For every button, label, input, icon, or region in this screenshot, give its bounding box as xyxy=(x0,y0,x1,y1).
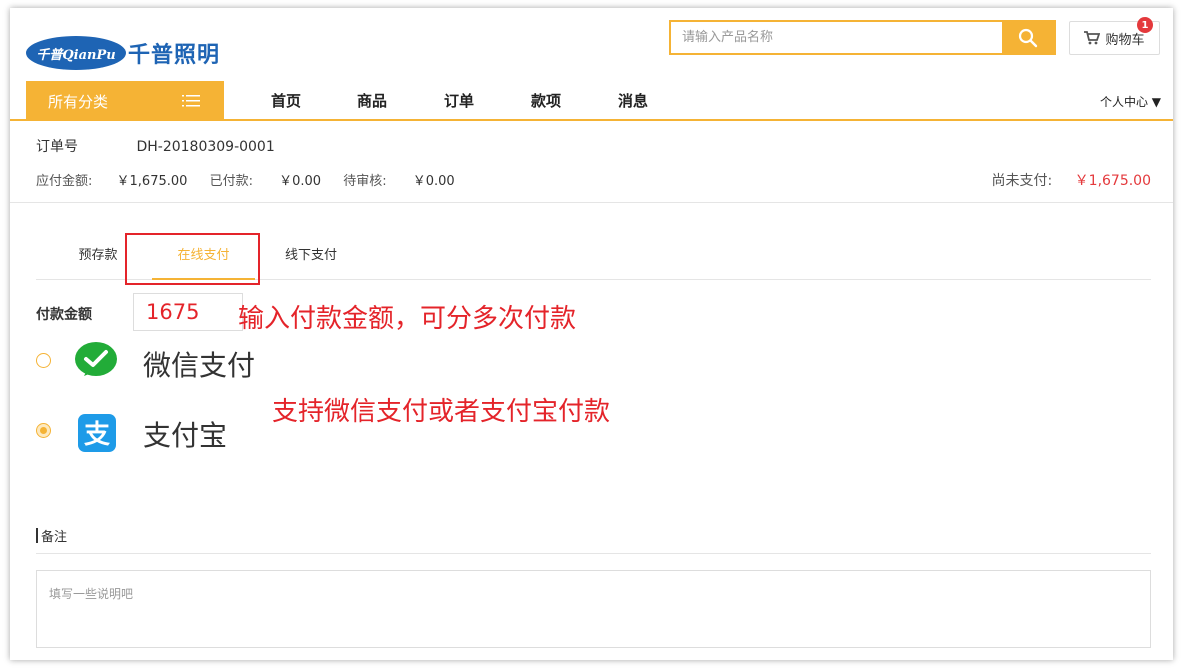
nav-item-products[interactable]: 商品 xyxy=(357,81,387,121)
search-input[interactable] xyxy=(671,22,1002,53)
wechat-pay-label[interactable]: 微信支付 xyxy=(143,344,255,384)
paid-value: ￥0.00 xyxy=(279,174,322,189)
unpaid-value: ￥1,675.00 xyxy=(1074,173,1151,189)
divider xyxy=(10,202,1173,203)
nav-item-home[interactable]: 首页 xyxy=(271,81,301,121)
wechat-pay-radio[interactable] xyxy=(36,353,51,368)
paid-label: 已付款: xyxy=(209,174,253,189)
tab-online-payment[interactable]: 在线支付 xyxy=(152,234,255,280)
cart-button[interactable]: 购物车 1 xyxy=(1069,17,1160,55)
cart-icon xyxy=(1084,31,1101,45)
payment-tabs: 预存款 在线支付 线下支付 xyxy=(36,234,1151,280)
wechat-pay-icon xyxy=(75,342,117,376)
cart-label: 购物车 xyxy=(1105,32,1145,48)
order-number-label: 订单号 xyxy=(36,139,78,155)
cart-count-badge: 1 xyxy=(1137,17,1153,33)
remarks-textarea[interactable] xyxy=(36,570,1151,648)
payment-amount-label: 付款金额 xyxy=(36,307,92,323)
alipay-radio[interactable] xyxy=(36,423,51,438)
menu-list-icon xyxy=(182,95,200,107)
order-number-value: DH-20180309-0001 xyxy=(136,139,275,155)
search-icon xyxy=(1018,28,1038,47)
search-bar xyxy=(669,20,1056,55)
logo-badge: 千普QianPu xyxy=(26,36,126,70)
amount-annotation: 输入付款金额，可分多次付款 xyxy=(238,304,577,334)
remarks-title: 备注 xyxy=(36,526,1151,554)
alipay-label[interactable]: 支付宝 xyxy=(143,414,227,454)
nav-item-payments[interactable]: 款项 xyxy=(531,81,561,121)
logo-text: 千普照明 xyxy=(128,42,221,68)
nav-item-messages[interactable]: 消息 xyxy=(618,81,648,121)
alipay-icon: 支 xyxy=(78,414,116,452)
all-categories-button[interactable]: 所有分类 xyxy=(26,81,224,121)
main-nav: 所有分类 首页 商品 订单 款项 消息 个人中心 ▼ xyxy=(10,81,1173,121)
personal-center-menu[interactable]: 个人中心 ▼ xyxy=(1100,81,1161,121)
tab-deposit[interactable]: 预存款 xyxy=(66,234,130,280)
pending-value: ￥0.00 xyxy=(412,174,455,189)
all-categories-label: 所有分类 xyxy=(48,92,109,111)
svg-text:支: 支 xyxy=(84,420,110,450)
pending-label: 待审核: xyxy=(343,174,387,189)
payment-amount-input[interactable] xyxy=(133,293,243,331)
unpaid-summary: 尚未支付: ￥1,675.00 xyxy=(991,170,1151,190)
order-number-row: 订单号 DH-20180309-0001 xyxy=(36,136,275,156)
site-logo[interactable]: 千普QianPu 千普照明 xyxy=(26,36,220,70)
search-button[interactable] xyxy=(1002,22,1054,53)
page-frame: 千普QianPu 千普照明 购物车 1 所有分类 xyxy=(10,8,1173,660)
tab-offline-payment[interactable]: 线下支付 xyxy=(276,234,346,280)
unpaid-label: 尚未支付: xyxy=(991,173,1053,189)
nav-item-orders[interactable]: 订单 xyxy=(444,81,474,121)
order-amounts-row: 应付金额: ￥1,675.00 已付款: ￥0.00 待审核: ￥0.00 xyxy=(36,170,459,189)
methods-annotation: 支持微信支付或者支付宝付款 xyxy=(272,397,611,427)
payable-value: ￥1,675.00 xyxy=(116,174,188,189)
payable-label: 应付金额: xyxy=(36,174,93,189)
